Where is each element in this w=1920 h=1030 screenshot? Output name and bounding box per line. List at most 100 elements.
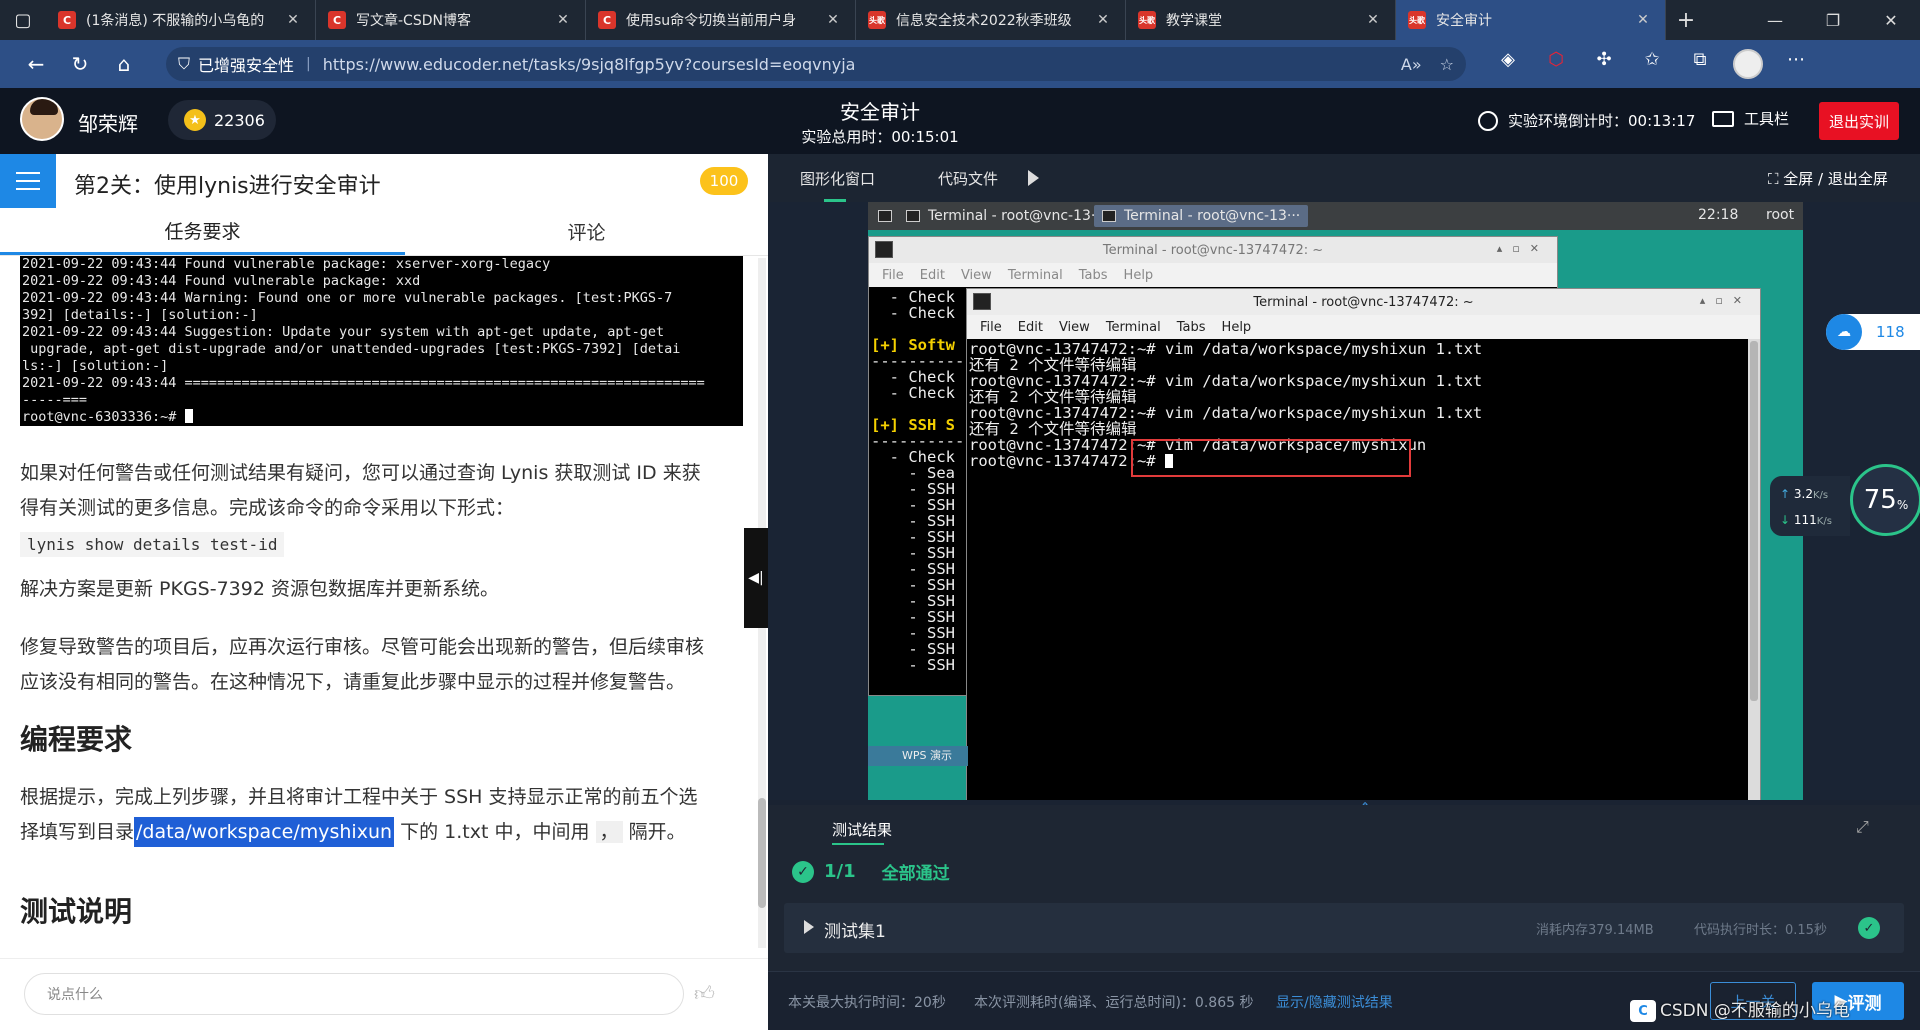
separator: | <box>306 56 311 72</box>
code-line: 2021-09-22 09:43:44 Suggestion: Update y… <box>22 324 665 340</box>
menu-button[interactable] <box>0 154 56 208</box>
new-tab-icon[interactable]: + <box>1666 0 1706 40</box>
window-titlebar[interactable]: Terminal - root@vnc-13747472: ~ ▴▫✕ <box>869 237 1557 263</box>
fullscreen-button[interactable]: ⛶ 全屏 / 退出全屏 <box>1768 168 1888 189</box>
read-aloud-icon[interactable]: A» <box>1401 55 1422 74</box>
task-content[interactable]: 2021-09-22 09:43:44 Found vulnerable pac… <box>0 256 756 958</box>
security-label[interactable]: 已增强安全性 <box>198 52 294 76</box>
terminal-menubar: File Edit View Terminal Tabs Help <box>869 263 1557 287</box>
menu-file[interactable]: File <box>980 320 1002 335</box>
home-icon[interactable]: ⌂ <box>102 44 146 84</box>
refresh-icon[interactable]: ↻ <box>58 44 102 84</box>
vnc-viewport[interactable]: Terminal - root@vnc-13··· Terminal - roo… <box>768 202 1920 800</box>
restore-icon[interactable]: ❐ <box>1804 0 1862 40</box>
results-title[interactable]: 测试结果 <box>832 819 892 840</box>
close-icon[interactable]: ✕ <box>1093 12 1113 28</box>
adblock-icon[interactable]: ⬡ <box>1532 49 1580 79</box>
window-titlebar[interactable]: Terminal - root@vnc-13747472: ~ ▴▫✕ <box>967 289 1760 315</box>
menu-view[interactable]: View <box>961 268 992 283</box>
tab-graphic-window[interactable]: 图形化窗口 <box>800 168 875 189</box>
paragraph-line: 如果对任何警告或任何测试结果有疑问，您可以通过查询 Lynis 获取测试 ID … <box>20 462 701 484</box>
toggle-results-link[interactable]: 显示/隐藏测试结果 <box>1276 992 1393 1012</box>
gauge-value: 75 <box>1863 485 1897 515</box>
username[interactable]: 邹荣辉 <box>78 108 138 137</box>
browser-tab[interactable]: 头歌 教学课堂 ✕ <box>1126 0 1396 40</box>
back-icon[interactable]: ← <box>14 44 58 84</box>
play-icon[interactable] <box>1028 170 1039 186</box>
taskbar-label: Terminal - root@vnc-13··· <box>928 208 1105 224</box>
tab-task-requirements[interactable]: 任务要求 <box>0 208 405 255</box>
expand-icon[interactable]: ⤢ <box>1856 817 1869 837</box>
wps-taskbar-item[interactable]: WPS 演示 <box>868 746 968 766</box>
close-icon[interactable]: ✕ <box>553 12 573 28</box>
browser-tab[interactable]: 头歌 信息安全技术2022秋季班级 ✕ <box>856 0 1126 40</box>
url-text[interactable]: https://www.educoder.net/tasks/9sjq8lfgp… <box>323 55 1383 74</box>
paragraph-line: 修复导致警告的项目后，应再次运行审核。尽管可能会出现新的警告，但后续审核 <box>20 636 705 658</box>
terminal-scrollbar[interactable] <box>1748 339 1760 800</box>
tab-actions-icon[interactable]: ▢ <box>0 0 46 40</box>
menu-help[interactable]: Help <box>1222 320 1252 335</box>
comment-input[interactable]: 说点什么 <box>24 973 684 1015</box>
user-avatar[interactable] <box>20 97 64 141</box>
collapse-panel-icon[interactable]: ◀| <box>744 528 768 628</box>
close-window-icon[interactable]: ✕ <box>1862 0 1920 40</box>
menu-file[interactable]: File <box>882 268 904 283</box>
menu-help[interactable]: Help <box>1124 268 1154 283</box>
window-controls[interactable]: ▴▫✕ <box>1700 294 1752 307</box>
tab-comments[interactable]: 评论 <box>405 208 768 255</box>
profile-avatar[interactable] <box>1733 49 1763 79</box>
minimize-icon[interactable]: — <box>1746 0 1804 40</box>
close-icon[interactable]: ✕ <box>1633 12 1653 28</box>
menu-edit[interactable]: Edit <box>920 268 945 283</box>
browser-tab[interactable]: C (1条消息) 不服输的小乌龟的 ✕ <box>46 0 316 40</box>
app-header: 邹荣辉 ★ 22306 安全审计 实验总用时：00:15:01 实验环境倒计时：… <box>0 88 1920 154</box>
menu-tabs[interactable]: Tabs <box>1177 320 1206 335</box>
browser-tab[interactable]: C 使用su命令切换当前用户身 ✕ <box>586 0 856 40</box>
browser-tab-active[interactable]: 头歌 安全审计 ✕ <box>1396 0 1666 40</box>
menu-tabs[interactable]: Tabs <box>1079 268 1108 283</box>
exec-time: 代码执行时长：0.15秒 <box>1694 923 1827 938</box>
highlighted-path[interactable]: /data/workspace/myshixun <box>134 817 395 847</box>
extension-icon[interactable]: ◈ <box>1484 49 1532 79</box>
results-tab-indicator <box>832 843 884 845</box>
taskbar-item[interactable]: Terminal - root@vnc-13··· <box>898 205 1112 227</box>
cloud-badge[interactable]: ☁ 118 <box>1826 314 1920 350</box>
tab-code-files[interactable]: 代码文件 <box>938 168 998 189</box>
close-icon[interactable]: ✕ <box>823 12 843 28</box>
gauge-unit: % <box>1896 498 1909 512</box>
menu-terminal[interactable]: Terminal <box>1008 268 1063 283</box>
menu-edit[interactable]: Edit <box>1018 320 1043 335</box>
terminal-output[interactable]: root@vnc-13747472:~# vim /data/workspace… <box>967 339 1748 800</box>
code-line: upgrade, apt-get dist-upgrade and/or una… <box>22 341 681 357</box>
text-span: 下的 1.txt 中，中间用 <box>400 821 590 843</box>
close-icon[interactable]: ✕ <box>1363 12 1383 28</box>
vnc-desktop[interactable]: Terminal - root@vnc-13··· Terminal - roo… <box>868 202 1803 800</box>
check-circle-icon: ✓ <box>1858 917 1880 939</box>
network-speed-widget[interactable]: ↑ 3.2K/s ↓ 111K/s 75% <box>1770 464 1920 544</box>
expand-triangle-icon[interactable] <box>804 920 814 934</box>
thumbs-up-icon[interactable]: 👍︎ <box>694 981 715 1006</box>
more-icon[interactable]: ⋯ <box>1772 49 1820 79</box>
csdn-watermark-icon: C <box>1630 1000 1656 1022</box>
favorite-add-icon[interactable]: ☆ <box>1440 55 1454 74</box>
close-icon[interactable]: ✕ <box>283 12 303 28</box>
collections-icon[interactable]: ⧉ <box>1676 49 1724 79</box>
coin-balance[interactable]: ★ 22306 <box>168 100 276 140</box>
toolbar-button[interactable]: 工具栏 <box>1712 108 1789 129</box>
taskbar-item-active[interactable]: Terminal - root@vnc-13··· <box>1094 205 1309 227</box>
window-controls[interactable]: ▴▫✕ <box>1497 242 1549 255</box>
workspace-panel: 图形化窗口 代码文件 ⛶ 全屏 / 退出全屏 Terminal - root@v… <box>768 154 1920 1030</box>
terminal-window-front[interactable]: Terminal - root@vnc-13747472: ~ ▴▫✕ File… <box>966 288 1761 800</box>
window-title: Terminal - root@vnc-13747472: ~ <box>1253 294 1474 310</box>
browser-tab[interactable]: C 写文章-CSDN博客 ✕ <box>316 0 586 40</box>
exit-training-button[interactable]: 退出实训 <box>1819 102 1899 140</box>
comment-bar: 说点什么 👍︎ <box>0 958 768 1030</box>
test-set-row[interactable]: 测试集1 消耗内存379.14MB 代码执行时长：0.15秒 ✓ <box>784 903 1904 953</box>
url-input[interactable]: ⛉ 已增强安全性 | https://www.educoder.net/task… <box>166 47 1466 81</box>
menu-view[interactable]: View <box>1059 320 1090 335</box>
csdn-icon: C <box>58 11 76 29</box>
csdn-icon: C <box>598 11 616 29</box>
favorites-icon[interactable]: ✩ <box>1628 49 1676 79</box>
extensions-puzzle-icon[interactable]: ✣ <box>1580 49 1628 79</box>
menu-terminal[interactable]: Terminal <box>1106 320 1161 335</box>
